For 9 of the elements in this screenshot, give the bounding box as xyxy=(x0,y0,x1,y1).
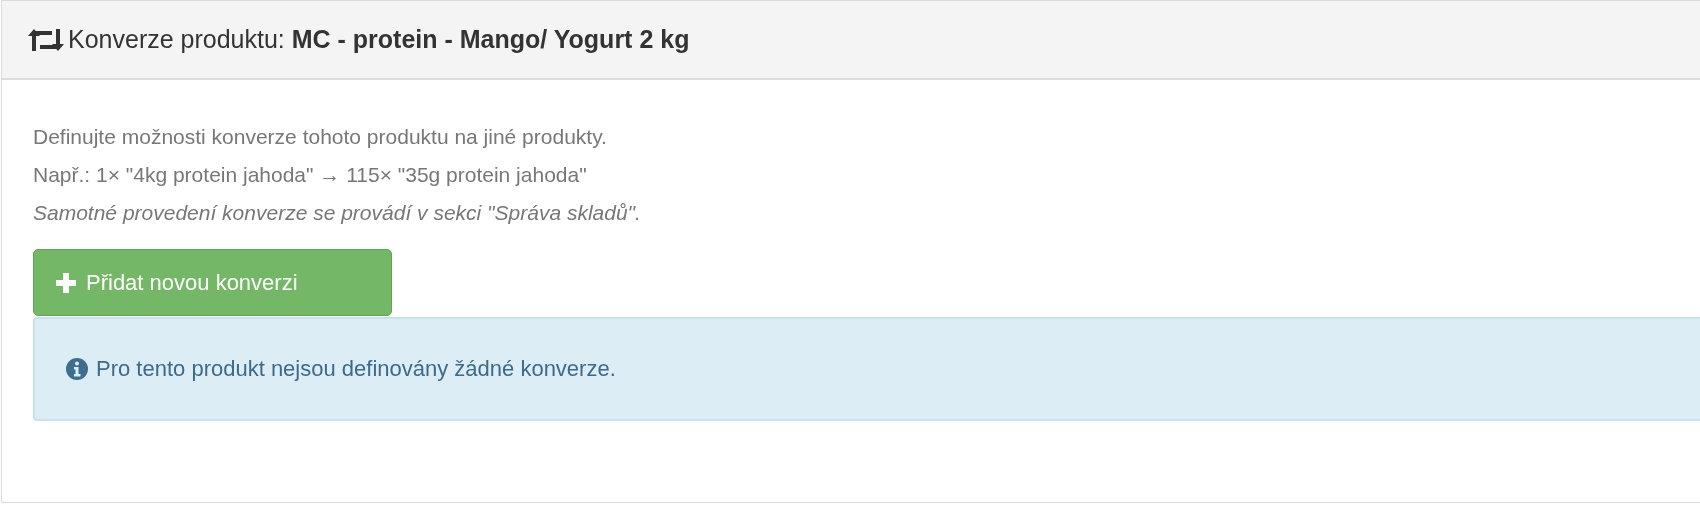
add-conversion-button[interactable]: Přidat novou konverzi xyxy=(33,249,392,316)
description-text: Samotné provedení konverze se provádí v sekci "Správa skladů". xyxy=(33,200,642,226)
plus-icon xyxy=(56,272,76,293)
retweet-icon xyxy=(28,26,64,53)
panel-title: Konverze produktu: MC - protein - Mango/ Yogurt 2 kg xyxy=(68,25,690,54)
description-text: Definujte možnosti konverze tohoto produktu na jiné produkty. xyxy=(33,124,608,150)
info-icon xyxy=(66,358,88,380)
alert-message: Pro tento produkt nejsou definovány žádné konverze. xyxy=(96,356,616,382)
description-text: Např.: 1× "4kg protein jahoda" → 115× "35g protein jahoda" xyxy=(33,162,588,188)
